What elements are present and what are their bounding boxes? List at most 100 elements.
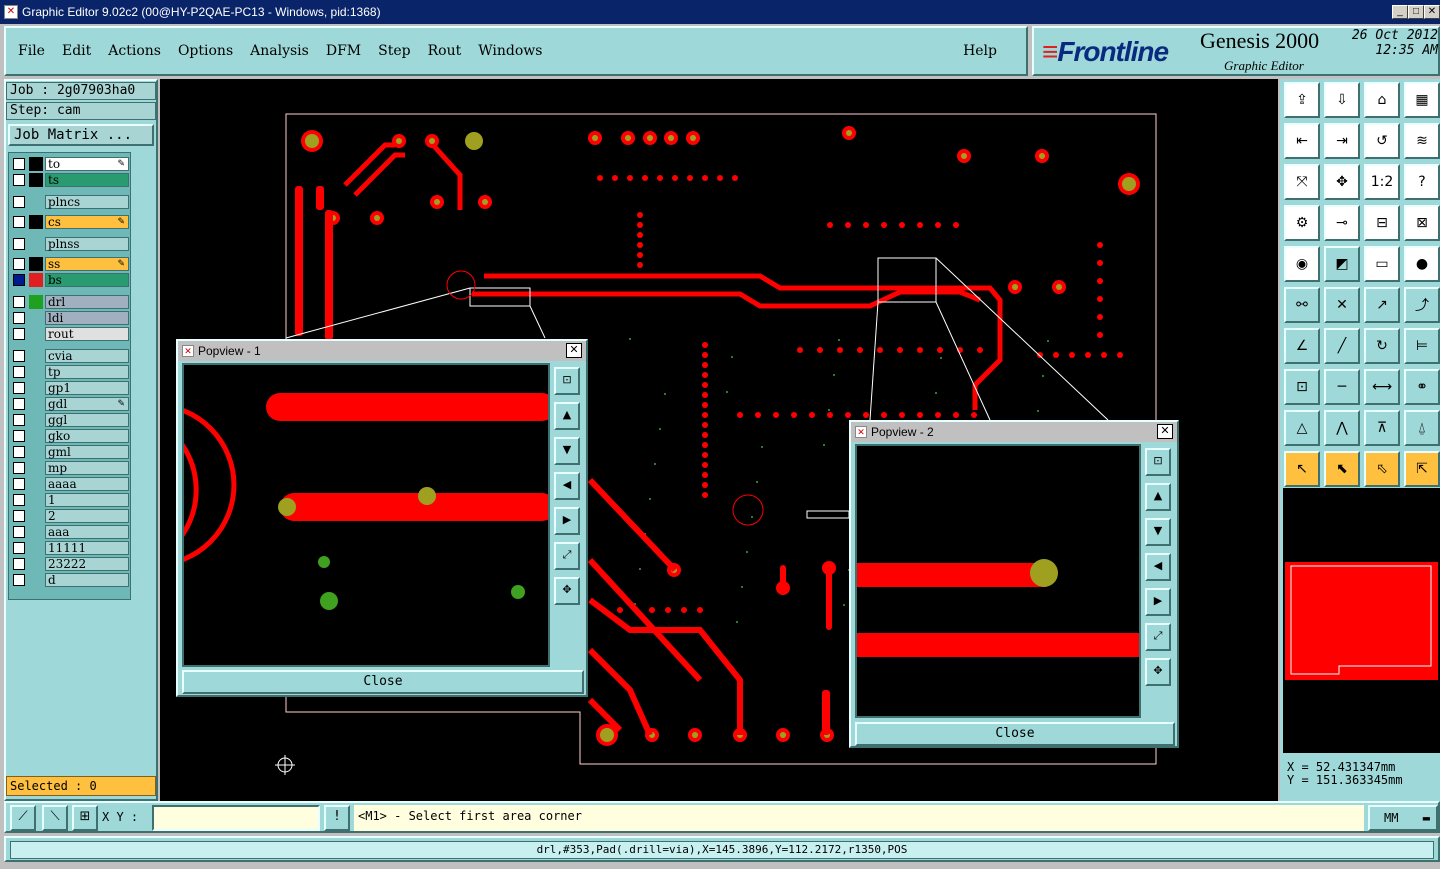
- layer-name[interactable]: cvia: [45, 349, 129, 363]
- layer-row[interactable]: aaa: [11, 525, 129, 539]
- horizontal-icon[interactable]: ─: [1324, 369, 1360, 405]
- fill-icon[interactable]: ◩: [1324, 246, 1360, 282]
- layer-color-swatch[interactable]: [29, 381, 43, 395]
- layer-row[interactable]: ggl: [11, 413, 129, 427]
- layer-color-swatch[interactable]: [29, 195, 43, 209]
- layer-row[interactable]: ts: [11, 173, 129, 187]
- layer-name[interactable]: 11111: [45, 541, 129, 555]
- probe-icon[interactable]: ⊸: [1324, 205, 1360, 241]
- grid-icon[interactable]: ⊞: [72, 805, 98, 831]
- layer-color-swatch[interactable]: [29, 445, 43, 459]
- triangle-icon[interactable]: △: [1284, 410, 1320, 446]
- line-icon[interactable]: ╱: [1324, 328, 1360, 364]
- layer-checkbox[interactable]: [13, 462, 25, 474]
- layer-name[interactable]: rout: [45, 327, 129, 341]
- maximize-button[interactable]: □: [1408, 5, 1424, 19]
- layer-color-swatch[interactable]: [29, 349, 43, 363]
- layer-row[interactable]: plnss: [11, 237, 129, 251]
- layer-row[interactable]: rout: [11, 327, 129, 341]
- layer-row[interactable]: 11111: [11, 541, 129, 555]
- layer-color-swatch[interactable]: [29, 461, 43, 475]
- layer-name[interactable]: mp: [45, 461, 129, 475]
- layer-checkbox[interactable]: [13, 312, 25, 324]
- layer-row[interactable]: to ✎: [11, 157, 129, 171]
- layer-checkbox[interactable]: [13, 430, 25, 442]
- move-icon[interactable]: ↗: [1364, 287, 1400, 323]
- settings-icon[interactable]: ⚙: [1284, 205, 1320, 241]
- popview-zoom-icon[interactable]: ⊡: [554, 367, 580, 395]
- layer-row[interactable]: plncs: [11, 195, 129, 209]
- snap-icon[interactable]: ⟋: [10, 805, 36, 831]
- pan-down-icon[interactable]: ▼: [554, 437, 580, 465]
- layer-checkbox[interactable]: [13, 398, 25, 410]
- layer-row[interactable]: cvia: [11, 349, 129, 363]
- delete-icon[interactable]: ✕: [1324, 287, 1360, 323]
- menu-windows[interactable]: Windows: [478, 43, 542, 59]
- layer-row[interactable]: drl: [11, 295, 129, 309]
- layer-color-swatch[interactable]: [29, 413, 43, 427]
- layer-name[interactable]: gko: [45, 429, 129, 443]
- layer-name[interactable]: ts: [45, 173, 129, 187]
- layer-name[interactable]: plnss: [45, 237, 129, 251]
- layer-row[interactable]: aaaa: [11, 477, 129, 491]
- popview-2-close-button[interactable]: Close: [855, 722, 1175, 746]
- layer-checkbox[interactable]: [13, 558, 25, 570]
- popview-1-canvas[interactable]: [143, 363, 556, 667]
- minimize-button[interactable]: _: [1392, 5, 1408, 19]
- xy-input[interactable]: [152, 805, 320, 831]
- layer-checkbox[interactable]: [13, 296, 25, 308]
- pan-right-icon[interactable]: ⇥: [1324, 123, 1360, 159]
- layer-checkbox[interactable]: [13, 494, 25, 506]
- measure-icon[interactable]: ⟍: [42, 805, 68, 831]
- menu-rout[interactable]: Rout: [428, 43, 462, 59]
- menu-file[interactable]: File: [18, 43, 45, 59]
- layer-color-swatch[interactable]: [29, 215, 43, 229]
- zoom-back-icon[interactable]: ↺: [1364, 123, 1400, 159]
- circle-icon[interactable]: ●: [1404, 246, 1440, 282]
- home-icon[interactable]: ⌂: [1364, 82, 1400, 118]
- layer-name[interactable]: d: [45, 573, 129, 587]
- layer-name[interactable]: drl: [45, 295, 129, 309]
- layer-color-swatch[interactable]: [29, 509, 43, 523]
- layer-row[interactable]: cs ✎: [11, 215, 129, 229]
- layer-row[interactable]: gp1: [11, 381, 129, 395]
- layer-color-swatch[interactable]: [29, 541, 43, 555]
- layer-row[interactable]: tp: [11, 365, 129, 379]
- layer-color-swatch[interactable]: [29, 237, 43, 251]
- angle-icon[interactable]: ∠: [1284, 328, 1320, 364]
- pan-right-icon[interactable]: ▶: [1145, 588, 1171, 616]
- layer-tool-2-icon[interactable]: ⊠: [1404, 205, 1440, 241]
- copy-icon[interactable]: ⤴: [1404, 287, 1440, 323]
- help-icon[interactable]: ?: [1404, 164, 1440, 200]
- zoom-in-icon[interactable]: ✥: [554, 577, 580, 605]
- menu-edit[interactable]: Edit: [62, 43, 91, 59]
- select-box-icon[interactable]: ⊡: [1284, 369, 1320, 405]
- snapshot-icon[interactable]: ⇪: [1284, 82, 1320, 118]
- menu-step[interactable]: Step: [378, 43, 410, 59]
- menu-analysis[interactable]: Analysis: [250, 43, 309, 59]
- layer-checkbox[interactable]: [13, 526, 25, 538]
- layer-name[interactable]: bs: [45, 273, 129, 287]
- layer-checkbox[interactable]: [13, 510, 25, 522]
- layer-row[interactable]: gml: [11, 445, 129, 459]
- layer-name[interactable]: ss ✎: [45, 257, 129, 271]
- layer-row[interactable]: ldi: [11, 311, 129, 325]
- layer-row[interactable]: 2: [11, 509, 129, 523]
- layer-tool-icon[interactable]: ⊟: [1364, 205, 1400, 241]
- pan-down-icon[interactable]: ▼: [1145, 518, 1171, 546]
- layer-color-swatch[interactable]: [29, 493, 43, 507]
- layer-color-swatch[interactable]: [29, 365, 43, 379]
- layer-name[interactable]: cs ✎: [45, 215, 129, 229]
- popview-2-titlebar[interactable]: ✕ Popview - 2: [851, 422, 1177, 442]
- layer-name[interactable]: ldi: [45, 311, 129, 325]
- layer-name[interactable]: gml: [45, 445, 129, 459]
- layer-checkbox[interactable]: [13, 216, 25, 228]
- select-icon[interactable]: ⬉: [1324, 451, 1360, 487]
- popview-1-close-button[interactable]: Close: [182, 670, 584, 694]
- layer-checkbox[interactable]: [13, 366, 25, 378]
- layer-color-swatch[interactable]: [29, 173, 43, 187]
- pointer-icon[interactable]: ↖: [1284, 451, 1320, 487]
- layer-name[interactable]: ggl: [45, 413, 129, 427]
- layer-checkbox[interactable]: [13, 446, 25, 458]
- rotate-icon[interactable]: ↻: [1364, 328, 1400, 364]
